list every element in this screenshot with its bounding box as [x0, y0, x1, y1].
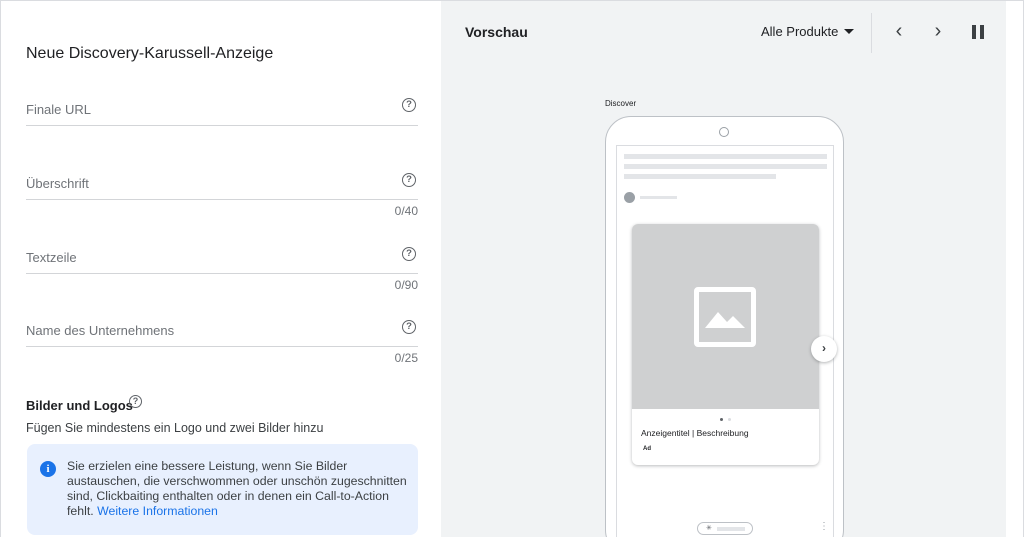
bottom-pill: ✳: [697, 522, 753, 535]
placeholder-line: [624, 164, 827, 169]
business-name-underline: [26, 346, 418, 347]
final-url-underline: [26, 125, 418, 126]
carousel-ad-card[interactable]: Anzeigentitel | Beschreibung Ad: [632, 224, 819, 465]
headline-label: Überschrift: [26, 176, 89, 191]
scroll-gutter: [1006, 1, 1023, 537]
dropdown-arrow-icon: [844, 29, 855, 34]
images-logos-heading: Bilder und Logos: [26, 398, 133, 413]
ad-headline: Anzeigentitel | Beschreibung: [641, 428, 749, 438]
product-select-dropdown[interactable]: Alle Produkte: [761, 24, 855, 42]
help-circle-icon[interactable]: ?: [402, 320, 416, 334]
more-vert-icon: ⋮: [819, 521, 829, 532]
help-circle-icon[interactable]: ?: [402, 247, 416, 261]
carousel-next-button[interactable]: ›: [811, 336, 837, 362]
placeholder-avatar: [624, 192, 635, 203]
help-circle-icon[interactable]: ?: [129, 395, 142, 408]
business-name-label: Name des Unternehmens: [26, 323, 175, 338]
description-label: Textzeile: [26, 250, 77, 265]
business-name-counter: 0/25: [394, 351, 418, 365]
placeholder-line: [640, 196, 677, 199]
placeholder-line: [717, 527, 745, 531]
info-message: Sie erzielen eine bessere Leistung, wenn…: [67, 459, 407, 519]
phone-camera: [719, 127, 729, 137]
asterisk-icon: ✳: [706, 525, 712, 532]
info-icon: i: [40, 461, 56, 477]
discover-label: Discover: [605, 99, 637, 108]
toolbar-divider: [871, 13, 872, 53]
ad-form-panel: Neue Discovery-Karussell-Anzeige Finale …: [1, 1, 441, 537]
description-field[interactable]: Textzeile ? 0/90: [26, 247, 418, 295]
form-title: Neue Discovery-Karussell-Anzeige: [26, 45, 274, 62]
help-circle-icon[interactable]: ?: [402, 173, 416, 187]
headline-counter: 0/40: [394, 204, 418, 218]
headline-underline: [26, 199, 418, 200]
headline-field[interactable]: Überschrift ? 0/40: [26, 173, 418, 221]
learn-more-link[interactable]: Weitere Informationen: [97, 504, 218, 518]
final-url-label: Finale URL: [26, 102, 92, 117]
ad-badge: Ad: [643, 446, 651, 452]
phone-mockup: Anzeigentitel | Beschreibung Ad › ✳ ⋮: [605, 116, 844, 537]
carousel-indicator: [720, 418, 734, 422]
phone-screen: Anzeigentitel | Beschreibung Ad › ✳ ⋮: [616, 145, 837, 537]
business-name-field[interactable]: Name des Unternehmens ? 0/25: [26, 320, 418, 368]
help-circle-icon[interactable]: ?: [402, 98, 416, 112]
product-select-value: Alle Produkte: [761, 24, 839, 39]
final-url-field[interactable]: Finale URL ?: [26, 98, 418, 132]
description-underline: [26, 273, 418, 274]
description-counter: 0/90: [394, 278, 418, 292]
chevron-left-icon[interactable]: ‹: [888, 21, 910, 43]
ad-image-placeholder: [632, 224, 819, 409]
placeholder-line: [624, 154, 827, 159]
image-placeholder-icon: [694, 287, 756, 347]
placeholder-line: [624, 174, 776, 179]
image-quality-info-box: i Sie erzielen eine bessere Leistung, we…: [27, 444, 418, 535]
images-logos-subtitle: Fügen Sie mindestens ein Logo und zwei B…: [26, 421, 324, 435]
chevron-right-icon[interactable]: ›: [927, 21, 949, 43]
pause-icon[interactable]: [971, 25, 985, 39]
preview-title: Vorschau: [465, 24, 528, 40]
